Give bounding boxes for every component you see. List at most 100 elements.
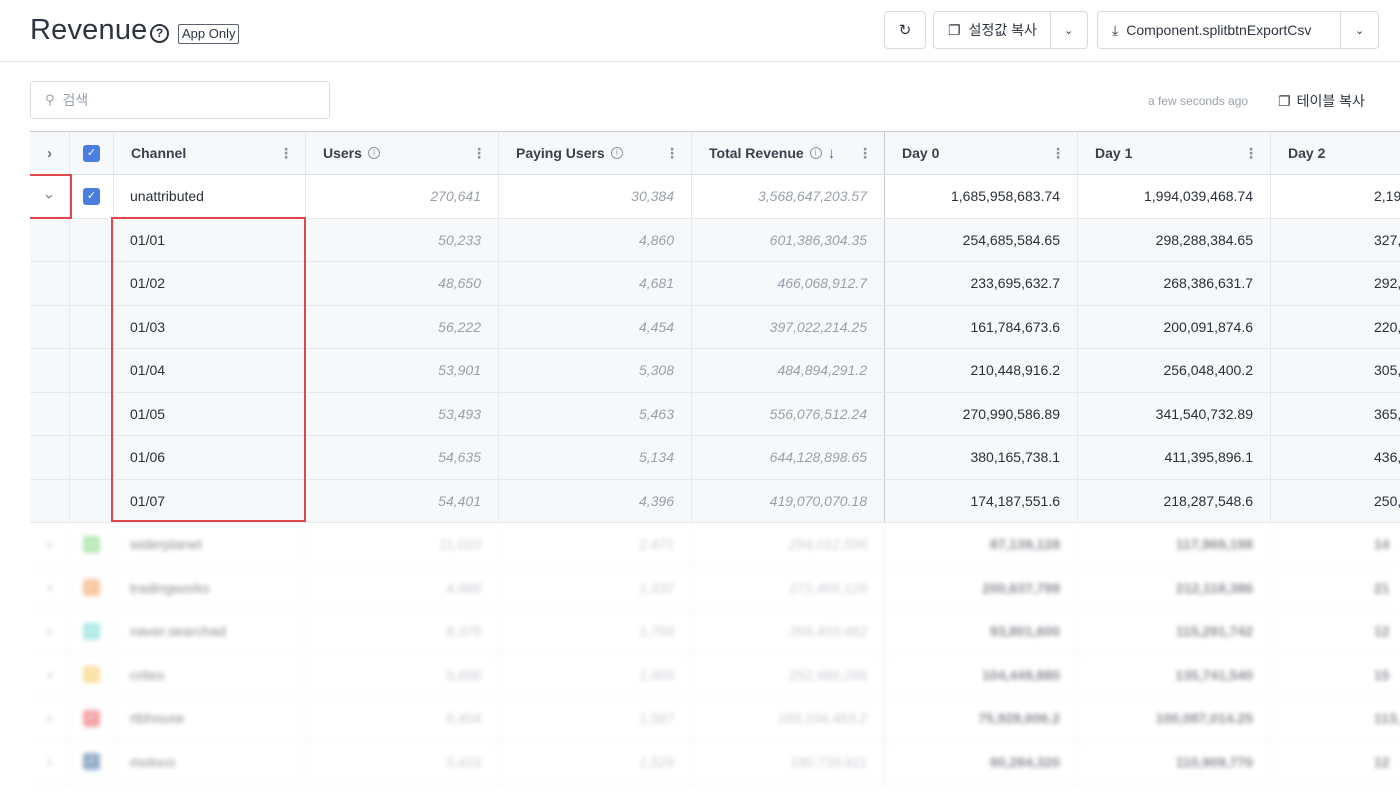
column-header-day2[interactable]: Day 2 xyxy=(1271,132,1400,174)
table-row-date[interactable]: 01/07 54,401 4,396 419,070,070.18 174,187,55… xyxy=(30,479,1400,523)
row-expand-toggle[interactable]: › xyxy=(30,610,70,653)
row-checkbox[interactable] xyxy=(70,479,114,522)
row-checkbox[interactable] xyxy=(70,262,114,305)
row-checkbox[interactable] xyxy=(70,349,114,392)
cell-day2: 305, xyxy=(1374,362,1400,379)
cell-users: 53,901 xyxy=(306,349,499,392)
cell-channel: unattributed xyxy=(114,175,306,218)
column-header-day1[interactable]: Day 1 ⋮ xyxy=(1078,132,1271,174)
row-expand-toggle[interactable] xyxy=(30,262,70,305)
cell-users: 270,641 xyxy=(306,175,499,218)
row-checkbox[interactable]: ✓ xyxy=(70,523,114,566)
cell-users: 4,988 xyxy=(306,566,499,609)
export-dropdown-button[interactable]: ⌄ xyxy=(1340,12,1378,48)
row-expand-toggle[interactable]: › xyxy=(30,653,70,696)
expand-all-toggle[interactable]: › xyxy=(30,132,70,174)
row-expand-toggle[interactable] xyxy=(30,392,70,435)
column-menu-icon[interactable]: ⋮ xyxy=(472,145,486,162)
table-row-date[interactable]: 01/03 56,222 4,454 397,022,214.25 161,784,67… xyxy=(30,305,1400,349)
refresh-button[interactable]: ↻ xyxy=(884,11,926,49)
row-expand-toggle[interactable] xyxy=(30,349,70,392)
cell-paying-users: 1,905 xyxy=(499,653,692,696)
row-collapse-toggle[interactable]: › xyxy=(30,175,70,218)
search-icon: ⚲ xyxy=(45,92,55,107)
table-row-channel[interactable]: › ✓ moloco 5,415 1,529 180,739,811 90,284,320 1… xyxy=(30,740,1400,784)
table-row-channel[interactable]: › ✓ rtbhouse 6,404 1,587 189,104,483.2 75,928,… xyxy=(30,697,1400,741)
chevron-right-icon: › xyxy=(47,535,52,553)
row-expand-toggle[interactable]: › xyxy=(30,523,70,566)
cell-day1: 212,118,386 xyxy=(1078,566,1271,609)
row-checkbox[interactable] xyxy=(70,436,114,479)
cell-day0: 93,801,600 xyxy=(885,610,1078,653)
row-expand-toggle[interactable] xyxy=(30,479,70,522)
column-label: Day 0 xyxy=(902,145,940,161)
row-checkbox[interactable]: ✓ xyxy=(70,697,114,740)
row-expand-toggle[interactable]: › xyxy=(30,697,70,740)
column-header-users[interactable]: Users i ⋮ xyxy=(306,132,499,174)
chevron-right-icon: › xyxy=(47,753,52,771)
row-expand-toggle[interactable] xyxy=(30,436,70,479)
cell-day1: 298,288,384.65 xyxy=(1078,218,1271,261)
table-row-date[interactable]: 01/06 54,635 5,134 644,128,898.65 380,165,73… xyxy=(30,436,1400,480)
cell-day1: 115,291,742 xyxy=(1078,610,1271,653)
column-menu-icon[interactable]: ⋮ xyxy=(1051,145,1065,162)
table-row-channel[interactable]: › ✓ naver.searchad 8,375 1,759 266,459,482 93,… xyxy=(30,610,1400,654)
cell-channel: naver.searchad xyxy=(114,610,306,653)
column-header-day0[interactable]: Day 0 ⋮ xyxy=(885,132,1078,174)
cell-day0: 174,187,551.6 xyxy=(885,479,1078,522)
row-checkbox[interactable]: ✓ xyxy=(70,610,114,653)
table-row-channel[interactable]: › ✓ tradingworks 4,988 1,337 271,465,129 200,6… xyxy=(30,566,1400,610)
copy-icon: ❐ xyxy=(948,21,961,38)
help-icon[interactable]: ? xyxy=(150,24,169,43)
table-row-date[interactable]: 01/02 48,650 4,681 466,068,912.7 233,695,632… xyxy=(30,262,1400,306)
sort-desc-icon[interactable]: ↓ xyxy=(828,145,836,162)
row-checkbox[interactable]: ✓ xyxy=(70,566,114,609)
column-header-channel[interactable]: Channel ⋮ xyxy=(114,132,306,174)
table-row-channel[interactable]: › ✓ widerplanet 11,010 2,471 294,012,556 87,13… xyxy=(30,523,1400,567)
chevron-right-icon: › xyxy=(47,144,52,162)
column-menu-icon[interactable]: ⋮ xyxy=(665,145,679,162)
column-header-total-revenue[interactable]: Total Revenue i ↓ ⋮ xyxy=(692,132,885,174)
table-row-channel[interactable] xyxy=(30,784,1400,800)
cell-day2: 2,199,3 xyxy=(1374,188,1400,205)
search-input[interactable] xyxy=(62,92,293,108)
row-expand-toggle[interactable] xyxy=(30,305,70,348)
table-row-channel[interactable]: › ✓ criteo 5,688 1,905 252,986,296 104,449,880… xyxy=(30,653,1400,697)
row-checkbox[interactable] xyxy=(70,305,114,348)
table-row-group[interactable]: › ✓ unattributed 270,641 30,384 3,568,64… xyxy=(30,175,1400,219)
row-expand-toggle[interactable] xyxy=(30,218,70,261)
info-icon[interactable]: i xyxy=(367,147,380,159)
checkbox-icon: ✓ xyxy=(83,753,100,771)
cell-paying-users: 5,134 xyxy=(499,436,692,479)
select-all-checkbox[interactable]: ✓ xyxy=(70,132,114,174)
cell-day1: 100,087,014.25 xyxy=(1078,697,1271,740)
row-checkbox[interactable]: ✓ xyxy=(70,175,114,218)
cell-day2: 14 xyxy=(1374,536,1390,553)
row-expand-toggle[interactable]: › xyxy=(30,566,70,609)
row-expand-toggle[interactable]: › xyxy=(30,740,70,783)
row-checkbox[interactable]: ✓ xyxy=(70,653,114,696)
table-row-date[interactable]: 01/04 53,901 5,308 484,894,291.2 210,448,916… xyxy=(30,349,1400,393)
table-row-date[interactable]: 01/01 50,233 4,860 601,386,304.35 254,685,58… xyxy=(30,218,1400,262)
cell-day2: 327,6 xyxy=(1374,231,1400,248)
cell-day1: 256,048,400.2 xyxy=(1078,349,1271,392)
table-row-date[interactable]: 01/05 53,493 5,463 556,076,512.24 270,990,58… xyxy=(30,392,1400,436)
column-header-paying-users[interactable]: Paying Users i ⋮ xyxy=(499,132,692,174)
table-copy-button[interactable]: ❐ 테이블 복사 xyxy=(1278,91,1365,111)
row-checkbox[interactable] xyxy=(70,392,114,435)
export-csv-button[interactable]: ⤓ Component.splitbtnExportCsv xyxy=(1098,12,1340,48)
row-checkbox[interactable] xyxy=(70,218,114,261)
cell-day2: 220, xyxy=(1374,318,1400,335)
page-title: Revenue xyxy=(30,14,148,46)
copy-settings-dropdown-button[interactable]: ⌄ xyxy=(1049,12,1087,48)
row-checkbox[interactable]: ✓ xyxy=(70,740,114,783)
cell-total-revenue: 397,022,214.25 xyxy=(692,305,885,348)
column-menu-icon[interactable]: ⋮ xyxy=(279,145,293,162)
copy-settings-button[interactable]: ❐ 설정값 복사 xyxy=(934,12,1050,48)
info-icon[interactable]: i xyxy=(809,147,822,159)
cell-channel: tradingworks xyxy=(114,566,306,609)
info-icon[interactable]: i xyxy=(610,147,623,159)
revenue-table: › ✓ Channel ⋮ Users i ⋮ Paying Users i ⋮ T… xyxy=(30,131,1400,800)
column-menu-icon[interactable]: ⋮ xyxy=(858,145,872,162)
column-menu-icon[interactable]: ⋮ xyxy=(1244,145,1258,162)
